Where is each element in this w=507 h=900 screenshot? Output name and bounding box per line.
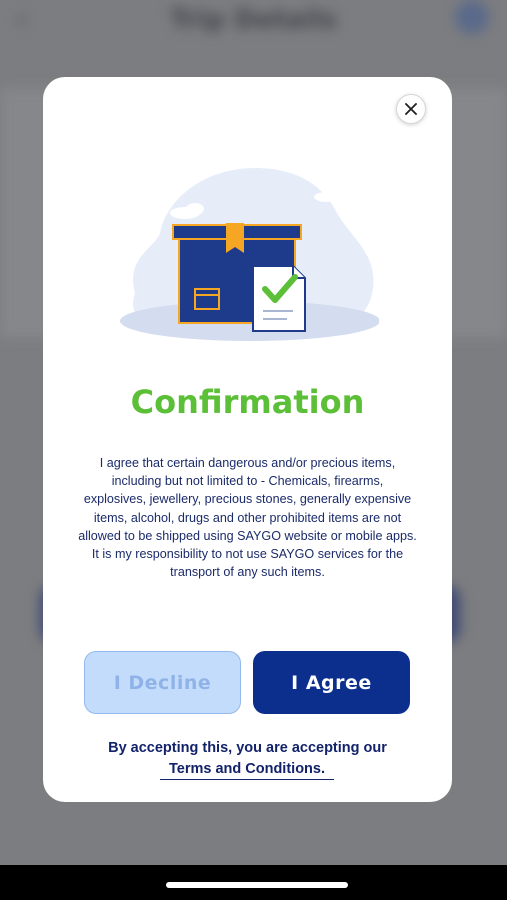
avatar [455,0,489,34]
dialog-title: Confirmation [130,383,365,421]
confirmation-dialog: Confirmation I agree that certain danger… [43,77,452,802]
background-title: Trip Details [170,5,337,35]
terms-and-conditions-link[interactable]: Terms and Conditions. [160,761,334,780]
close-button[interactable] [396,94,426,124]
disclaimer-line: I agree that certain dangerous and/or pr… [99,456,396,470]
disclaimer-line: It is my responsibility to not use SAYGO… [91,547,404,562]
background-header: ‹ Trip Details [0,0,507,40]
home-indicator[interactable] [166,882,348,888]
back-icon: ‹ [16,2,28,35]
disclaimer-line: explosives, jewellery, precious stones, … [83,492,412,507]
disclaimer-line: allowed to be shipped using SAYGO websit… [78,528,417,543]
terms-notice: By accepting this, you are accepting our [108,740,387,756]
disclaimer-text: I agree that certain dangerous and/or pr… [57,454,438,581]
agree-button[interactable]: I Agree [253,651,410,714]
bottom-bar [0,865,507,900]
disclaimer-line: items, alcohol, drugs and other prohibit… [93,510,402,525]
decline-button[interactable]: I Decline [84,651,241,714]
package-illustration-icon [120,168,379,341]
disclaimer-line: transport of any such items. [170,565,325,580]
close-icon [405,103,417,115]
disclaimer-line: including but not limited to - Chemicals… [111,474,384,489]
